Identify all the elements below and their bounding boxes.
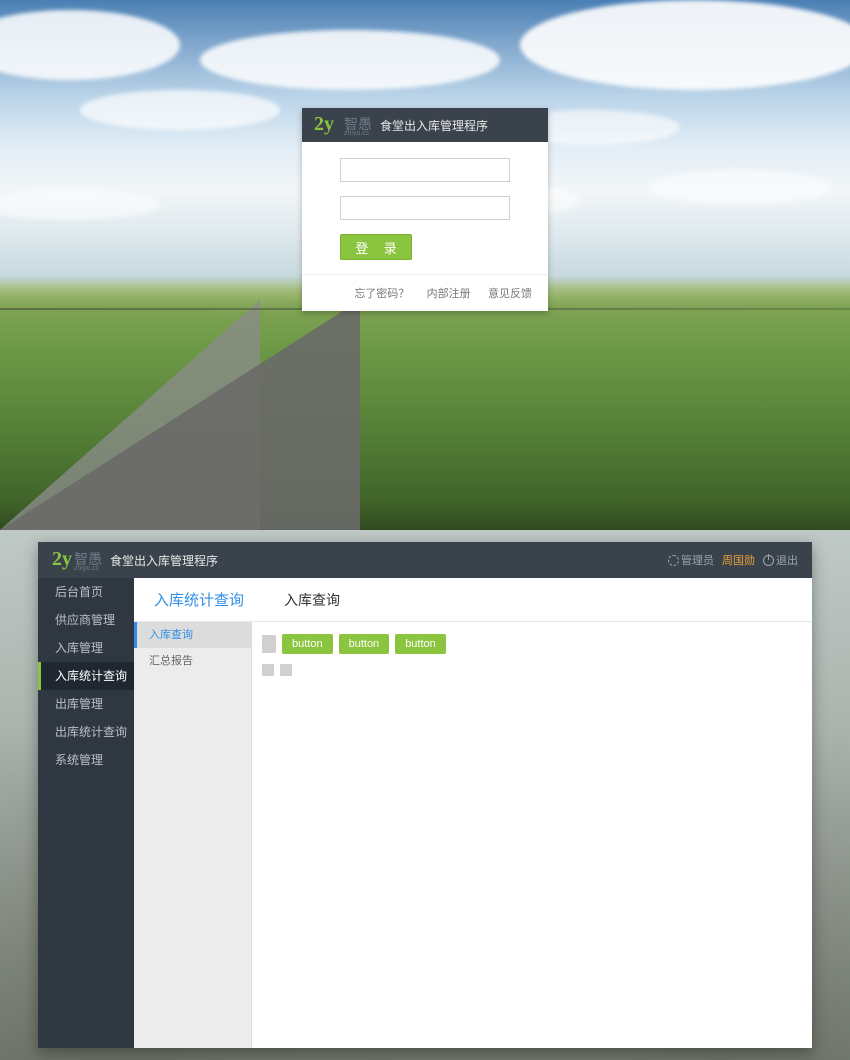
logo-brand-wrap: 智愚 zhiyu.cc [342, 114, 372, 137]
sidebar-item-home[interactable]: 后台首页 [38, 578, 134, 606]
subnav-item-inbound-query[interactable]: 入库查询 [134, 622, 251, 648]
power-icon [763, 555, 774, 566]
sidebar-item-inbound-stats[interactable]: 入库统计查询 [38, 662, 134, 690]
logo-2y: 2y [52, 548, 72, 570]
cloud-deco [80, 90, 280, 130]
cloud-deco [650, 170, 830, 205]
logo-brand-wrap: 智愚 zhiyu.cc [72, 549, 102, 572]
sidebar-item-outbound-stats[interactable]: 出库统计查询 [38, 718, 134, 746]
workspace-body: 入库查询 汇总报告 button button button [134, 622, 812, 1048]
placeholder-chip [262, 664, 274, 676]
login-panel: 2y 智愚 zhiyu.cc 食堂出入库管理程序 登 录 忘了密码？ 内部注册 … [302, 108, 548, 311]
logout-link[interactable]: 退出 [763, 552, 798, 568]
admin-body: 后台首页 供应商管理 入库管理 入库统计查询 出库管理 出库统计查询 系统管理 … [38, 578, 812, 1048]
cloud-deco [200, 30, 500, 90]
road-deco [0, 300, 360, 530]
breadcrumb-sub: 入库查询 [284, 590, 340, 610]
app-title: 食堂出入库管理程序 [380, 117, 488, 134]
action-button-1[interactable]: button [282, 634, 333, 654]
placeholder-chip [262, 635, 276, 653]
logo-brand-pinyin: zhiyu.cc [344, 130, 372, 137]
admin-window: 2y 智愚 zhiyu.cc 食堂出入库管理程序 管理员 周国勋 退出 后台首页… [38, 542, 812, 1048]
logo-mark: 2y [314, 116, 334, 134]
login-header: 2y 智愚 zhiyu.cc 食堂出入库管理程序 [302, 108, 548, 142]
admin-backdrop: 2y 智愚 zhiyu.cc 食堂出入库管理程序 管理员 周国勋 退出 后台首页… [0, 530, 850, 1060]
username-input[interactable] [340, 158, 510, 182]
password-input[interactable] [340, 196, 510, 220]
subnav: 入库查询 汇总报告 [134, 622, 252, 1048]
app-title: 食堂出入库管理程序 [110, 552, 218, 569]
gear-icon [668, 555, 679, 566]
workspace: 入库统计查询 入库查询 入库查询 汇总报告 button button butt… [134, 578, 812, 1048]
current-user: 周国勋 [722, 552, 755, 568]
login-body: 登 录 [302, 142, 548, 274]
breadcrumb-main: 入库统计查询 [154, 589, 244, 610]
cloud-deco [0, 10, 180, 80]
sidebar-item-system[interactable]: 系统管理 [38, 746, 134, 774]
feedback-link[interactable]: 意见反馈 [488, 288, 532, 300]
logo-mark: 2y [52, 551, 72, 569]
sidebar: 后台首页 供应商管理 入库管理 入库统计查询 出库管理 出库统计查询 系统管理 [38, 578, 134, 1048]
logo-2y: 2y [314, 113, 334, 135]
action-button-3[interactable]: button [395, 634, 446, 654]
login-footer: 忘了密码？ 内部注册 意见反馈 [302, 274, 548, 311]
sidebar-item-supplier[interactable]: 供应商管理 [38, 606, 134, 634]
login-hero: 2y 智愚 zhiyu.cc 食堂出入库管理程序 登 录 忘了密码？ 内部注册 … [0, 0, 850, 530]
forgot-password-link[interactable]: 忘了密码？ [354, 288, 409, 300]
sidebar-item-outbound[interactable]: 出库管理 [38, 690, 134, 718]
action-button-2[interactable]: button [339, 634, 390, 654]
cloud-deco [520, 0, 850, 90]
logo-brand-pinyin: zhiyu.cc [74, 565, 102, 572]
placeholder-row [262, 664, 802, 676]
placeholder-chip [280, 664, 292, 676]
cloud-deco [0, 190, 160, 220]
sidebar-item-inbound[interactable]: 入库管理 [38, 634, 134, 662]
admin-link[interactable]: 管理员 [668, 552, 714, 568]
login-button[interactable]: 登 录 [340, 234, 412, 260]
breadcrumb: 入库统计查询 入库查询 [134, 578, 812, 622]
toolbar-row: button button button [262, 634, 802, 654]
admin-header: 2y 智愚 zhiyu.cc 食堂出入库管理程序 管理员 周国勋 退出 [38, 542, 812, 578]
subnav-item-summary-report[interactable]: 汇总报告 [134, 648, 251, 674]
content-canvas: button button button [252, 622, 812, 1048]
register-link[interactable]: 内部注册 [427, 288, 471, 300]
